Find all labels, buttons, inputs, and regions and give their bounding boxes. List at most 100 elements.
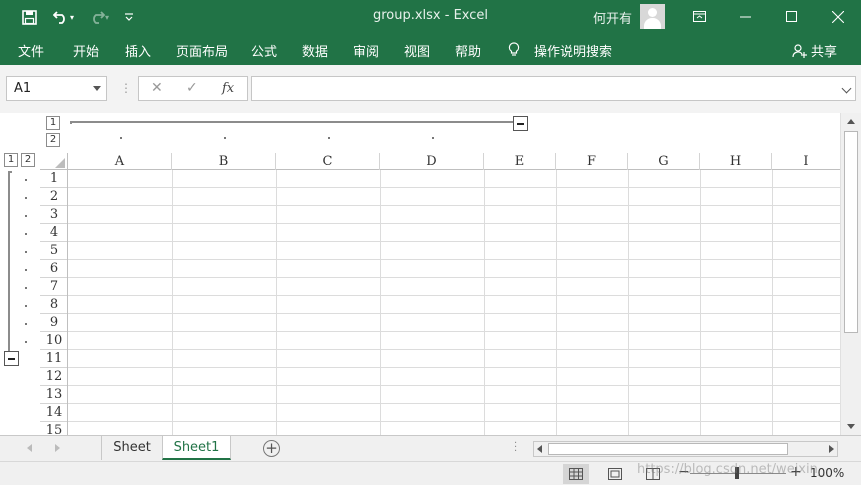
collapse-column-group-icon[interactable] (513, 116, 528, 131)
cell-grid[interactable] (68, 170, 840, 435)
next-sheet-icon[interactable] (55, 444, 60, 452)
tab-help[interactable]: 帮助 (455, 41, 481, 60)
tab-data[interactable]: 数据 (302, 41, 328, 60)
gridline (556, 170, 557, 435)
row-outline-level-2-button[interactable]: 2 (21, 153, 35, 167)
gridline (68, 349, 840, 350)
formula-bar-splitter[interactable]: ⋮ (120, 81, 132, 95)
minimize-icon[interactable] (722, 0, 768, 33)
outline-dot (25, 215, 27, 217)
share-button[interactable]: 共享 (792, 41, 837, 60)
row-header[interactable]: 14 (40, 404, 67, 422)
ribbon-tabs: 文件 开始 插入 页面布局 公式 数据 审阅 视图 帮助 操作说明搜索 共享 (0, 33, 861, 65)
tab-insert[interactable]: 插入 (125, 41, 151, 60)
row-header[interactable]: 15 (40, 422, 67, 435)
column-header-d[interactable]: D (380, 153, 484, 170)
column-header-e[interactable]: E (484, 153, 556, 170)
row-header[interactable]: 10 (40, 332, 67, 350)
column-header-f[interactable]: F (556, 153, 628, 170)
outline-dot (432, 137, 434, 139)
scroll-left-icon[interactable] (537, 445, 542, 453)
expand-formula-bar-icon[interactable] (841, 83, 852, 94)
enter-icon[interactable]: ✓ (186, 80, 198, 96)
row-header[interactable]: 13 (40, 386, 67, 404)
normal-view-icon[interactable] (563, 464, 589, 484)
page-layout-view-icon[interactable] (602, 464, 628, 484)
ribbon-display-options-icon[interactable] (676, 0, 722, 33)
row-header[interactable]: 7 (40, 278, 67, 296)
gridline (68, 205, 840, 206)
gridline (68, 295, 840, 296)
cancel-icon[interactable]: ✕ (151, 80, 163, 96)
scroll-right-icon[interactable] (829, 445, 834, 453)
vertical-scroll-thumb[interactable] (844, 131, 858, 333)
column-header-b[interactable]: B (172, 153, 276, 170)
row-header[interactable]: 11 (40, 350, 67, 368)
outline-dot (120, 137, 122, 139)
horizontal-scroll-thumb[interactable] (548, 443, 788, 455)
scroll-down-icon[interactable] (847, 424, 855, 429)
tab-page-layout[interactable]: 页面布局 (176, 41, 228, 60)
tab-review[interactable]: 审阅 (353, 41, 379, 60)
name-box[interactable]: A1 (6, 76, 107, 101)
row-header[interactable]: 3 (40, 206, 67, 224)
select-all-button[interactable] (40, 153, 68, 170)
gridline (68, 367, 840, 368)
column-outline-level-1-button[interactable]: 1 (46, 116, 60, 130)
row-header[interactable]: 1 (40, 170, 67, 188)
column-header-i[interactable]: I (772, 153, 840, 170)
outline-dot (25, 305, 27, 307)
gridline (700, 170, 701, 435)
row-header[interactable]: 12 (40, 368, 67, 386)
column-outline-bar: 1 2 (0, 113, 840, 153)
column-outline-level-2-button[interactable]: 2 (46, 133, 60, 147)
column-header-a[interactable]: A (68, 153, 172, 170)
tab-view[interactable]: 视图 (404, 41, 430, 60)
horizontal-scrollbar[interactable] (533, 441, 838, 457)
column-header-h[interactable]: H (700, 153, 772, 170)
user-name[interactable]: 何开有 (593, 8, 632, 27)
formula-input[interactable] (251, 76, 856, 101)
insert-function-icon[interactable]: fx (222, 81, 234, 96)
sheet-tabs-bar: Sheet Sheet1 + · · · (0, 435, 861, 461)
watermark: https://blog.csdn.net/weixin_ (637, 462, 825, 477)
row-header[interactable]: 8 (40, 296, 67, 314)
tab-formulas[interactable]: 公式 (251, 41, 277, 60)
formula-bar: A1 ⋮ ✕ ✓ fx (0, 65, 861, 113)
name-box-dropdown-icon[interactable] (93, 86, 101, 91)
column-header-c[interactable]: C (276, 153, 380, 170)
sheet-tab-sheet[interactable]: Sheet (101, 436, 162, 460)
row-headers: 1 2 3 4 5 6 7 8 9 10 11 12 13 14 15 (40, 170, 68, 435)
outline-dot (25, 197, 27, 199)
gridline (68, 313, 840, 314)
title-bar: ▾ ▾ group.xlsx - Excel 何开有 (0, 0, 861, 33)
collapse-row-group-icon[interactable] (4, 351, 19, 366)
tab-home[interactable]: 开始 (73, 41, 99, 60)
close-icon[interactable] (815, 0, 861, 33)
avatar-icon[interactable] (640, 4, 665, 29)
tab-split-handle[interactable]: · · · (514, 439, 517, 457)
tell-me-search[interactable]: 操作说明搜索 (534, 41, 612, 60)
row-header[interactable]: 9 (40, 314, 67, 332)
row-outline-bar: 1 2 (0, 153, 40, 435)
row-header[interactable]: 6 (40, 260, 67, 278)
outline-dot (25, 179, 27, 181)
scroll-up-icon[interactable] (847, 119, 855, 124)
maximize-icon[interactable] (768, 0, 814, 33)
person-icon (792, 44, 807, 58)
row-outline-level-1-button[interactable]: 1 (4, 153, 18, 167)
row-header[interactable]: 2 (40, 188, 67, 206)
vertical-scrollbar[interactable] (840, 113, 861, 435)
share-label: 共享 (811, 45, 838, 60)
outline-dot (25, 233, 27, 235)
outline-dot (25, 269, 27, 271)
row-header[interactable]: 5 (40, 242, 67, 260)
previous-sheet-icon[interactable] (27, 444, 32, 452)
outline-dot (224, 137, 226, 139)
sheet-tab-sheet1[interactable]: Sheet1 (162, 436, 231, 460)
add-sheet-icon[interactable]: + (263, 440, 280, 457)
column-header-g[interactable]: G (628, 153, 700, 170)
tab-file[interactable]: 文件 (18, 41, 44, 60)
gridline (68, 421, 840, 422)
row-header[interactable]: 4 (40, 224, 67, 242)
